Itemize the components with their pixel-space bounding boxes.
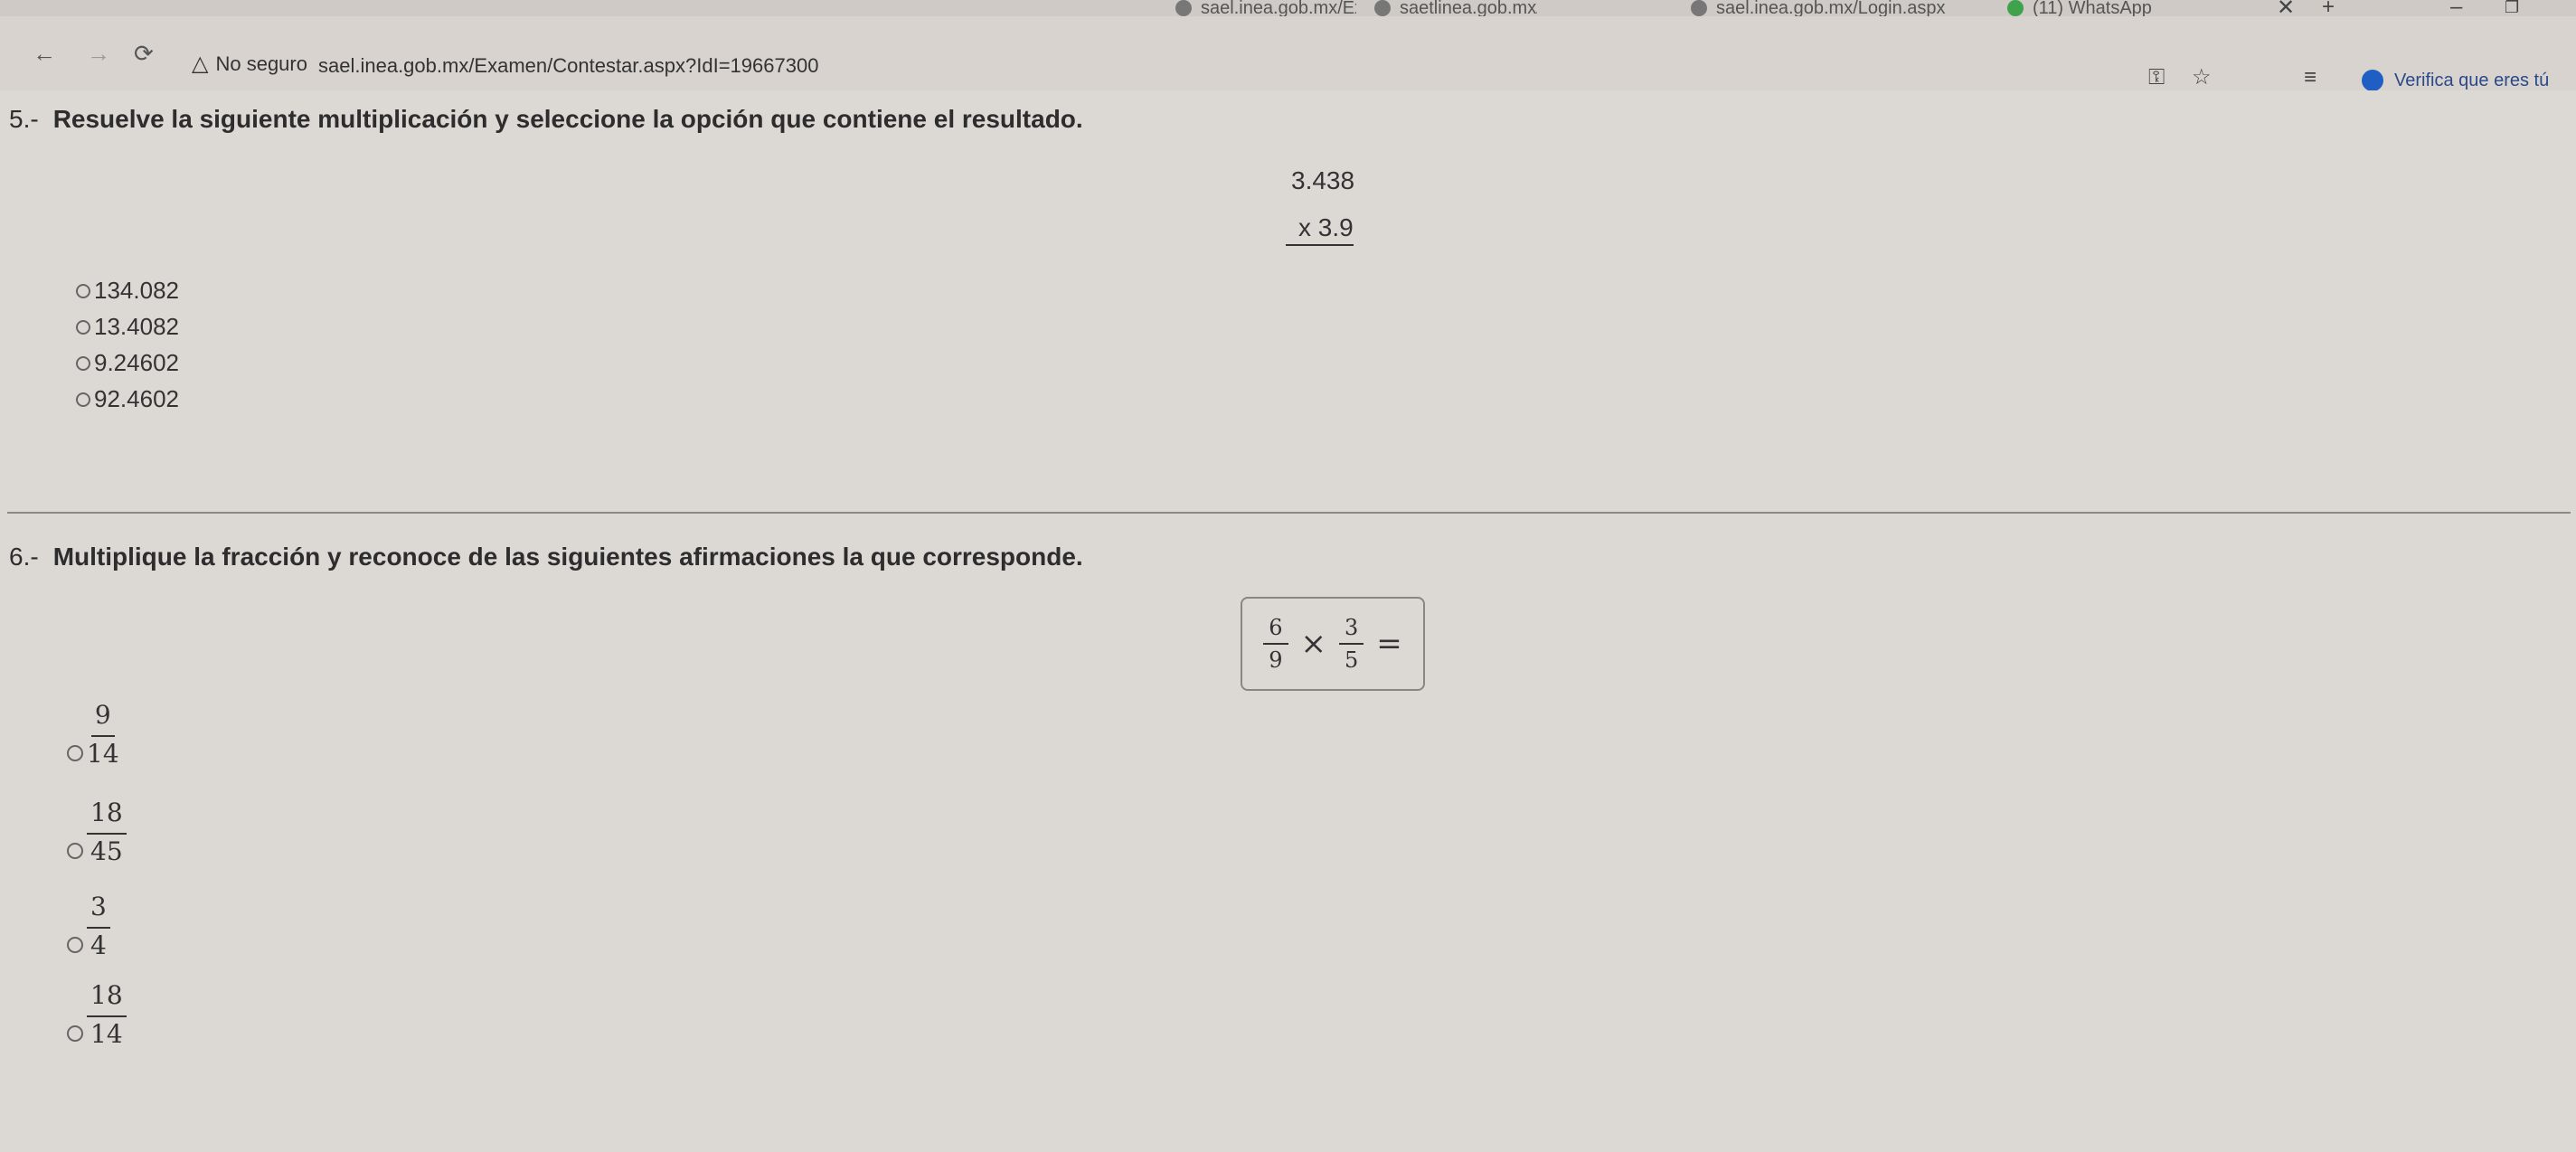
q5-option-1[interactable]: 134.082 xyxy=(76,277,179,305)
q6-option-4[interactable]: 18 14 xyxy=(67,981,127,1049)
fraction-b: 3 5 xyxy=(1339,615,1364,673)
multiplicand: 3.438 xyxy=(1291,166,1355,194)
question-text: Resuelve la siguiente multiplicación y s… xyxy=(52,105,1083,133)
multiply-icon: × xyxy=(1300,626,1327,662)
globe-icon xyxy=(1374,0,1391,16)
radio-button[interactable] xyxy=(67,842,83,859)
option-fraction: 18 14 xyxy=(87,981,127,1049)
profile-label: Verifica que eres tú xyxy=(2394,70,2550,90)
browser-toolbar: ← → ⟳ △ No seguro sael.inea.gob.mx/Exame… xyxy=(0,16,2576,91)
browser-tab-2[interactable]: sael.inea.gob.mx/Examen/Con xyxy=(1175,0,1356,16)
question-text: Multiplique la fracción y reconoce de la… xyxy=(52,543,1083,571)
numerator: 18 xyxy=(87,798,127,835)
radio-button[interactable] xyxy=(67,744,83,761)
option-fraction: 9 14 xyxy=(87,701,119,769)
numerator: 18 xyxy=(87,981,127,1017)
warning-icon: △ xyxy=(192,52,209,76)
denominator: 9 xyxy=(1269,647,1283,673)
option-label: 13.4082 xyxy=(94,313,179,340)
tab-label: sael.inea.gob.mx/Examen/Con xyxy=(1201,0,1356,16)
radio-button[interactable] xyxy=(76,283,90,298)
reading-list-icon[interactable]: ≡ xyxy=(2304,67,2317,89)
radio-button[interactable] xyxy=(76,392,90,407)
back-icon[interactable]: ← xyxy=(33,42,56,65)
denominator: 45 xyxy=(90,836,123,866)
numerator: 6 xyxy=(1263,615,1288,645)
q5-option-4[interactable]: 92.4602 xyxy=(76,385,179,413)
address-bar[interactable]: sael.inea.gob.mx/Examen/Contestar.aspx?I… xyxy=(318,54,818,78)
tab-strip: sael.inea.gob.mx/Examen/Con saetlinea.go… xyxy=(0,0,2576,20)
radio-button[interactable] xyxy=(67,936,83,953)
question-number: 6.- xyxy=(9,543,39,571)
forward-icon[interactable]: → xyxy=(87,42,110,65)
numerator: 3 xyxy=(87,892,110,929)
question-5-title: 5.- Resuelve la siguiente multiplicación … xyxy=(9,105,1083,134)
q6-option-3[interactable]: 3 4 xyxy=(67,892,110,960)
browser-tab-3[interactable]: sael.inea.gob.mx/Login.aspx ✕ xyxy=(1691,0,1962,16)
password-key-icon[interactable]: ⚿ xyxy=(2148,67,2165,89)
browser-tab-whatsapp[interactable]: (11) WhatsApp xyxy=(2007,0,2279,16)
q5-option-3[interactable]: 9.24602 xyxy=(76,349,179,377)
q6-option-2[interactable]: 18 45 xyxy=(67,798,127,866)
tab-label: saetlinea.gob.mx/Examen/Con xyxy=(1400,0,1537,16)
reload-icon[interactable]: ⟳ xyxy=(134,42,154,65)
security-label: No seguro xyxy=(215,52,307,75)
bookmark-star-icon[interactable]: ☆ xyxy=(2192,67,2212,89)
question-6-title: 6.- Multiplique la fracción y reconoce de… xyxy=(9,543,1083,571)
numerator: 3 xyxy=(1339,615,1364,645)
q6-option-1[interactable]: 9 14 xyxy=(67,701,119,769)
numerator: 9 xyxy=(90,701,115,737)
denominator: 14 xyxy=(87,738,119,769)
tab-label: (11) WhatsApp xyxy=(2033,0,2152,16)
q5-option-2[interactable]: 13.4082 xyxy=(76,313,179,341)
exam-page: 5.- Resuelve la siguiente multiplicación … xyxy=(0,90,2576,1152)
browser-tab-1[interactable]: saetlinea.gob.mx/Examen/Con xyxy=(1374,0,1537,16)
profile-icon xyxy=(2362,70,2383,91)
denominator: 4 xyxy=(90,930,107,960)
whatsapp-icon xyxy=(2007,0,2024,16)
option-label: 92.4602 xyxy=(94,385,179,412)
multiplier: x 3.9 xyxy=(1286,213,1354,246)
option-fraction: 3 4 xyxy=(87,892,110,960)
denominator: 14 xyxy=(90,1018,123,1049)
denominator: 5 xyxy=(1345,647,1359,673)
radio-button[interactable] xyxy=(67,1025,83,1042)
radio-button[interactable] xyxy=(76,355,90,371)
equals-sign: = xyxy=(1376,626,1402,662)
option-label: 134.082 xyxy=(94,277,179,304)
tab-label: sael.inea.gob.mx/Login.aspx xyxy=(1716,0,1946,16)
radio-button[interactable] xyxy=(76,319,90,335)
question-divider xyxy=(7,512,2571,514)
option-fraction: 18 45 xyxy=(87,798,127,866)
fraction-a: 6 9 xyxy=(1263,615,1288,673)
fraction-expression: 6 9 × 3 5 = xyxy=(1241,597,1425,691)
security-indicator[interactable]: △ No seguro xyxy=(192,51,307,77)
question-number: 5.- xyxy=(9,105,39,133)
restore-icon[interactable]: ❐ xyxy=(2505,0,2519,17)
option-label: 9.24602 xyxy=(94,349,179,376)
globe-icon xyxy=(1691,0,1707,16)
globe-icon xyxy=(1175,0,1192,16)
